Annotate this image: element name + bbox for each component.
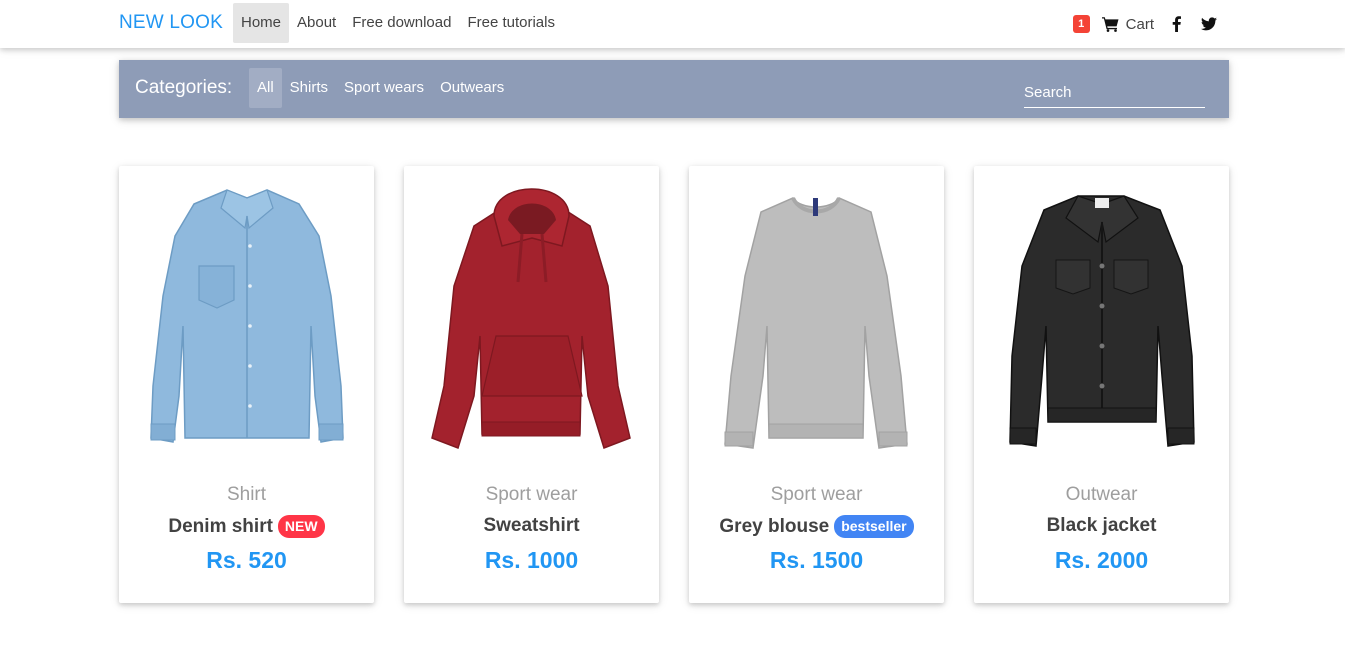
product-category: Sport wear [485,484,578,505]
twitter-icon [1201,17,1217,31]
cart-icon [1101,17,1119,32]
black-denim-jacket-image[interactable] [974,176,1229,466]
product-name[interactable]: Grey blouse [719,516,829,538]
brand-logo[interactable]: NEW LOOK [119,12,223,34]
categories-bar: Categories: All Shirts Sport wears Outwe… [119,60,1229,118]
product-price: Rs. 1000 [484,547,579,573]
nav-links: Home About Free download Free tutorials [233,3,563,43]
product-category: Outwear [1065,484,1138,505]
product-name-row: Grey blouse bestseller [689,515,944,538]
red-hoodie-image[interactable] [404,176,659,466]
facebook-icon [1172,16,1181,32]
category-tab-sport-wears[interactable]: Sport wears [336,68,432,108]
search-field [1024,78,1205,108]
product-name[interactable]: Sweatshirt [483,515,579,537]
product-price: Rs. 1500 [769,547,864,573]
product-card[interactable]: Sport wear Sweatshirt Rs. 1000 [404,166,659,603]
denim-shirt-image[interactable] [119,176,374,466]
product-name[interactable]: Black jacket [1047,515,1157,537]
product-grid: Shirt Denim shirt NEW Rs. 520 Sport wear… [119,166,1229,603]
nav-link-home[interactable]: Home [233,3,290,43]
cart-label: Cart [1125,15,1154,33]
product-category: Shirt [226,484,267,505]
grey-sweater-image[interactable] [689,176,944,466]
nav-link-about[interactable]: About [289,3,344,43]
product-price: Rs. 2000 [1054,547,1149,573]
product-card[interactable]: Shirt Denim shirt NEW Rs. 520 [119,166,374,603]
top-navbar: NEW LOOK Home About Free download Free t… [0,0,1345,48]
product-name-row: Sweatshirt [404,515,659,537]
product-category: Sport wear [770,484,863,505]
cart-count-badge: 1 [1072,15,1090,33]
categories-title: Categories: [135,77,233,98]
product-name-row: Black jacket [974,515,1229,537]
nav-link-free-download[interactable]: Free download [344,3,459,43]
category-tab-shirts[interactable]: Shirts [282,68,336,108]
category-tabs: All Shirts Sport wears Outwears [249,68,512,108]
category-tab-outwears[interactable]: Outwears [432,68,512,108]
product-name-row: Denim shirt NEW [119,515,374,538]
nav-right: 1 Cart [1072,12,1217,36]
product-card[interactable]: Sport wear Grey blouse bestseller Rs. 15… [689,166,944,603]
product-card[interactable]: Outwear Black jacket Rs. 2000 [974,166,1229,603]
cart-link[interactable]: Cart [1101,15,1154,33]
twitter-link[interactable] [1201,17,1217,31]
facebook-link[interactable] [1172,16,1181,32]
new-badge: NEW [277,515,325,538]
product-name[interactable]: Denim shirt [168,516,273,538]
product-price: Rs. 520 [206,547,287,573]
search-input[interactable] [1024,78,1205,107]
nav-link-free-tutorials[interactable]: Free tutorials [459,3,563,43]
category-tab-all[interactable]: All [249,68,282,108]
bestseller-badge: bestseller [834,515,914,538]
